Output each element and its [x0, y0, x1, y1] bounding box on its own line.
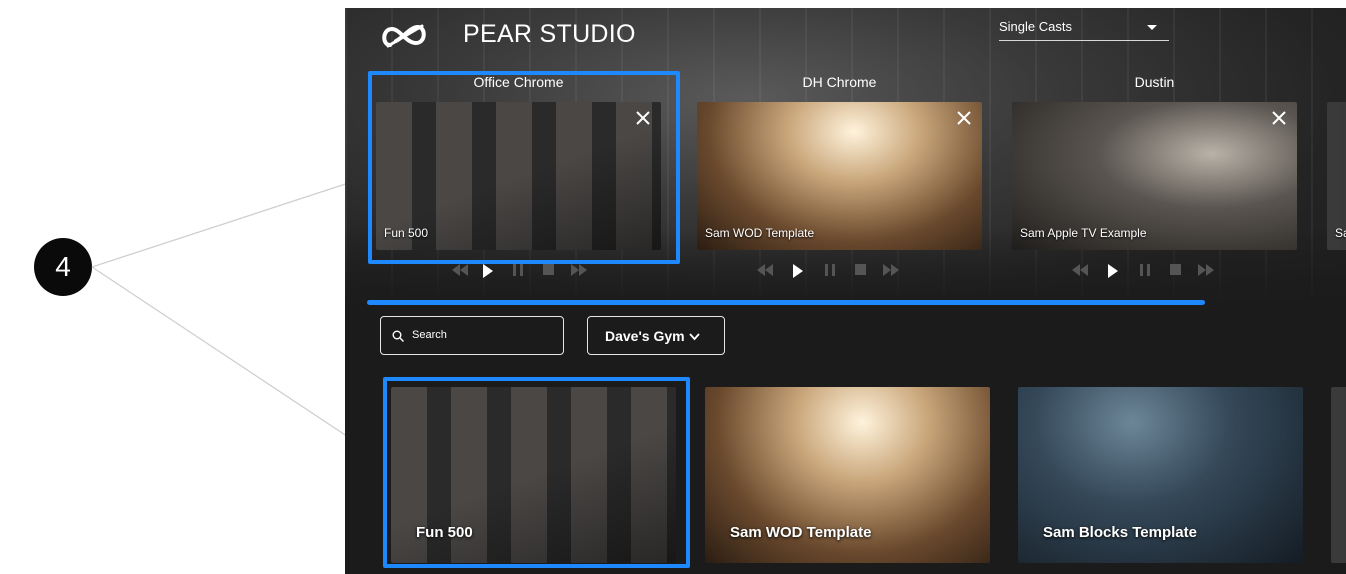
pause-icon[interactable]	[825, 264, 835, 276]
step-number: 4	[55, 251, 71, 282]
device-preview-thumbnail[interactable]: Sam WOD Template	[697, 102, 982, 250]
selected-device-highlight	[368, 71, 680, 264]
now-playing-label: Sam Apple TV Example	[1020, 226, 1147, 240]
library-card-sam-blocks-template[interactable]: Sam Blocks Template	[1018, 387, 1303, 563]
close-icon[interactable]	[1271, 110, 1287, 126]
rewind-icon[interactable]	[452, 264, 468, 276]
card-title: Sam WOD Template	[730, 524, 872, 541]
device-dh-chrome[interactable]: DH Chrome Sam WOD Template	[697, 74, 982, 278]
library-card-partial[interactable]	[1331, 387, 1346, 563]
section-divider	[367, 300, 1205, 305]
playback-controls	[697, 264, 982, 280]
device-name	[1327, 74, 1346, 92]
search-input[interactable]: Search	[380, 316, 564, 355]
stop-icon[interactable]	[1170, 264, 1181, 275]
step-callout-badge: 4	[34, 238, 92, 296]
pear-logo-icon	[382, 24, 426, 48]
stop-icon[interactable]	[855, 264, 866, 275]
device-name: DH Chrome	[802, 74, 877, 90]
cast-mode-value: Single Casts	[999, 19, 1072, 34]
fast-forward-icon[interactable]	[571, 264, 587, 276]
app-title: PEAR STUDIO	[463, 20, 636, 48]
stop-icon[interactable]	[543, 264, 554, 275]
device-preview-thumbnail[interactable]: Sa	[1327, 102, 1346, 250]
now-playing-label: Sam WOD Template	[705, 226, 815, 240]
now-playing-label: Sa	[1335, 226, 1346, 240]
library-card-sam-wod-template[interactable]: Sam WOD Template	[705, 387, 990, 563]
fast-forward-icon[interactable]	[883, 264, 899, 276]
play-icon[interactable]	[792, 264, 804, 278]
pause-icon[interactable]	[513, 264, 523, 276]
device-name: Dustin	[1134, 74, 1175, 90]
search-icon	[392, 330, 404, 342]
playback-controls	[376, 264, 661, 280]
cast-mode-select[interactable]: Single Casts	[999, 16, 1169, 41]
fast-forward-icon[interactable]	[1198, 264, 1214, 276]
device-partial[interactable]: Sa	[1327, 74, 1346, 250]
device-preview-thumbnail[interactable]: Sam Apple TV Example	[1012, 102, 1297, 250]
gym-select-value: Dave's Gym	[605, 328, 685, 344]
pear-studio-app: PEAR STUDIO Single Casts Office Chrome F…	[345, 8, 1346, 574]
device-dustin[interactable]: Dustin Sam Apple TV Example	[1012, 74, 1297, 278]
pause-icon[interactable]	[1140, 264, 1150, 276]
selected-card-highlight	[383, 377, 690, 568]
play-icon[interactable]	[482, 264, 494, 278]
rewind-icon[interactable]	[1072, 264, 1088, 276]
play-icon[interactable]	[1107, 264, 1119, 278]
rewind-icon[interactable]	[757, 264, 773, 276]
playback-controls	[1012, 264, 1297, 280]
caret-down-icon	[1147, 25, 1157, 30]
chevron-down-icon	[689, 333, 700, 341]
gym-select[interactable]: Dave's Gym	[587, 316, 725, 355]
card-title: Sam Blocks Template	[1043, 524, 1197, 541]
arrow-to-device	[91, 174, 372, 268]
search-placeholder: Search	[412, 329, 447, 341]
close-icon[interactable]	[956, 110, 972, 126]
